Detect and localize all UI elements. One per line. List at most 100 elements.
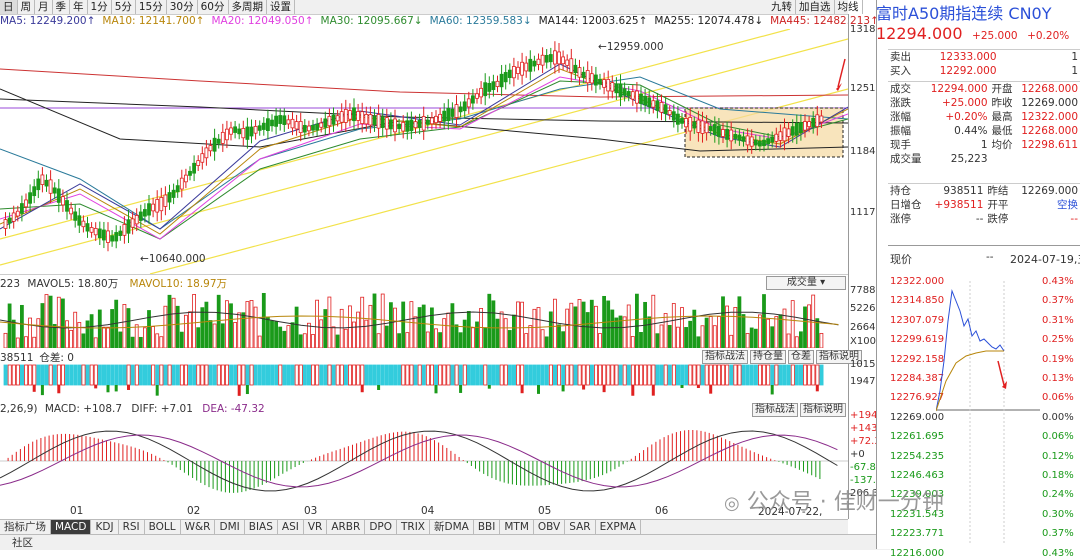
indicator-tabs: 指标广场 MACD KDJ RSI BOLL W&R DMI BIAS ASI VR ARBR DPO… [0,519,848,534]
macd-buttons: 指标战法 指标说明 [752,403,846,417]
period-tab-5[interactable]: 1分 [88,0,112,14]
position-btn-2[interactable]: 仓差 [788,350,814,364]
indicator-tab-12[interactable]: TRIX [397,520,430,534]
indicator-tab-13[interactable]: 新DMA [430,520,474,534]
ma-label-2: MA20: 12049.050↑ [211,15,314,27]
quote-cell: 振幅 [890,125,911,137]
indicator-tab-18[interactable]: EXPMA [596,520,641,534]
period-tab-0[interactable]: 日 [0,0,18,14]
intra-right-2: 0.31% [1042,314,1074,326]
indicator-tab-15[interactable]: MTM [500,520,534,534]
toolbar-right-0[interactable]: 九转 [768,0,796,14]
month-axis: 01020304050607 [0,505,848,518]
quote-cell: 成交 [890,83,911,95]
quote-cell: 成交量 [890,153,922,165]
indicator-tab-3[interactable]: RSI [119,520,145,534]
quote-cell: 开盘 [991,83,1013,95]
indicator-tab-14[interactable]: BBI [474,520,501,534]
quote-cell: -- [1070,213,1078,225]
month-03: 03 [304,505,318,517]
indicator-tab-9[interactable]: VR [304,520,328,534]
intra-right-8: 0.06% [1042,431,1074,443]
quote-cell: 涨跌 [890,97,911,109]
indicator-tab-2[interactable]: KDJ [91,520,119,534]
volume-chart [0,292,839,348]
intra-left-14: 12216.000 [890,547,945,559]
indicator-tab-4[interactable]: BOLL [145,520,181,534]
ma20-line [0,76,848,240]
position-buttons: 指标战法 持仓量 仓差 指标说明 [702,350,862,364]
macd-btn-1[interactable]: 指标说明 [800,403,846,417]
community-link[interactable]: 社区 [12,537,33,549]
quote-cell: 25,223 [950,153,988,165]
intra-right-14: 0.43% [1042,547,1074,559]
intra-right-0: 0.43% [1042,276,1074,287]
intra-right-12: 0.30% [1042,508,1074,520]
status-bar: 社区 ▸ [0,534,890,550]
period-tab-8[interactable]: 30分 [167,0,198,14]
indicator-tab-10[interactable]: ARBR [327,520,366,534]
quote-cell: 开平 [987,199,1009,211]
intra-right-3: 0.25% [1042,334,1074,346]
intra-right-5: 0.13% [1042,373,1074,384]
month-04: 04 [421,505,435,517]
quote-cell: +25.000 [941,97,988,109]
volume-selector[interactable]: 成交量 ▾ [766,276,846,290]
indicator-tab-0[interactable]: 指标广场 [0,520,51,534]
macd-axis-3: +0 [850,449,865,460]
period-tab-1[interactable]: 周 [18,0,35,14]
wechat-icon: ◎ [724,493,740,514]
intra-right-11: 0.24% [1042,489,1074,501]
quote-table: 成交 12294.000 开盘 12268.000 涨跌 +25.000 昨收 12269.0… [888,81,1080,166]
period-tab-2[interactable]: 月 [35,0,53,14]
indicator-tab-11[interactable]: DPO [365,520,397,534]
toolbar-right-2[interactable]: 均线 [835,0,863,14]
macd-header: 2,26,9) MACD: +108.7 DIFF: +7.01 DEA: -4… [0,403,265,415]
position-btn-0[interactable]: 指标战法 [702,350,748,364]
volume-header: 223 MAVOL5: 18.80万 MAVOL10: 18.97万 [0,278,228,290]
quote-cell: 12294.000 [930,83,988,95]
position-table: 持仓 938511 昨结 12269.000 日增仓 +938511 开平 空换 涨停 -- 跌停 -… [888,183,1080,226]
intraday-chart [936,281,1040,543]
indicator-tab-7[interactable]: BIAS [245,520,278,534]
red-arrow [837,58,846,88]
indicator-tab-8[interactable]: ASI [278,520,304,534]
quote-cell: 均价 [991,139,1013,151]
intra-right-7: 0.00% [1042,411,1074,423]
ma-label-3: MA30: 12095.667↓ [320,15,423,27]
quote-cell: 最低 [991,125,1013,137]
indicator-tab-1[interactable]: MACD [51,520,92,534]
indicator-tab-17[interactable]: SAR [565,520,596,534]
quote-cell: 跌停 [987,213,1009,225]
ma-legend: MA5: 12249.200↑ MA10: 12141.700↑ MA20: 120… [0,14,879,29]
indicator-tab-5[interactable]: W&R [181,520,216,534]
period-toolbar: 日周月季年 1分 5分 15分 30分 60分 多周期 设置 [0,0,848,15]
indicator-tab-16[interactable]: OBV [534,520,566,534]
vol-axis-3: 2664 [850,322,876,333]
quote-cell: +0.20% [945,111,988,123]
ma-label-0: MA5: 12249.200↑ [0,15,96,27]
intra-right-1: 0.37% [1042,295,1074,307]
period-tab-4[interactable]: 年 [70,0,88,14]
quote-cell: 持仓 [890,185,911,197]
toolbar-right-1[interactable]: 加自选 [796,0,835,14]
position-btn-1[interactable]: 持仓量 [750,350,786,364]
period-tab-10[interactable]: 多周期 [229,0,267,14]
quote-cell: 昨结 [987,185,1009,197]
low-annotation: ←10640.000 [140,253,206,265]
indicator-tab-6[interactable]: DMI [215,520,245,534]
position-chart [3,364,824,396]
period-tab-6[interactable]: 5分 [112,0,136,14]
candlestick-chart[interactable] [0,29,848,274]
period-tab-3[interactable]: 季 [53,0,70,14]
quote-cell: 现手 [890,139,911,151]
macd-btn-0[interactable]: 指标战法 [752,403,798,417]
period-tab-11[interactable]: 设置 [267,0,295,14]
month-06: 06 [655,505,669,517]
quote-cell: 12322.000 [1021,111,1078,123]
instrument-title: 富时A50期指连续 CN0Y [876,4,1052,23]
intra-right-10: 0.18% [1042,470,1074,481]
period-tab-9[interactable]: 60分 [198,0,229,14]
quote-cell: 最高 [991,111,1013,123]
period-tab-7[interactable]: 15分 [136,0,167,14]
